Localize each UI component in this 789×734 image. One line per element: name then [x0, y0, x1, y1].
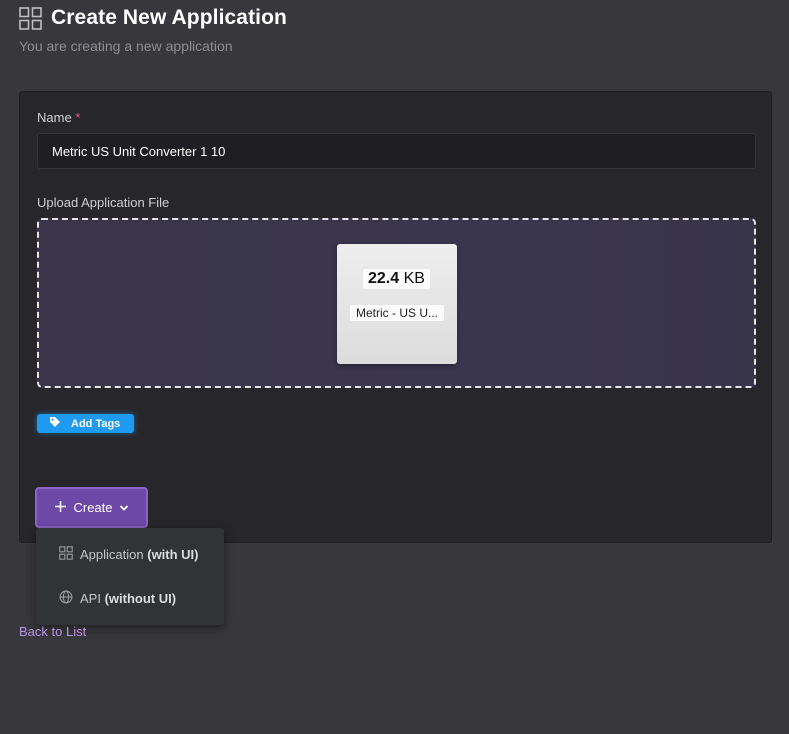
menu-item-application-text: Application (with UI) [80, 547, 199, 562]
add-tags-label: Add Tags [71, 417, 121, 430]
globe-icon [59, 590, 73, 607]
create-button-label: Create [73, 500, 113, 515]
file-dropzone[interactable]: 22.4 KB Metric - US U... [37, 218, 756, 388]
file-size-value: 22.4 [368, 270, 400, 287]
file-name: Metric - US U... [350, 305, 445, 321]
menu-item-api-label: API [80, 590, 101, 606]
page-title: Create New Application [51, 6, 287, 29]
file-size-unit: KB [403, 270, 425, 287]
file-size: 22.4 KB [363, 269, 430, 289]
page-subtitle: You are creating a new application [19, 38, 233, 54]
page-header: Create New Application [19, 6, 287, 30]
add-tags-button[interactable]: Add Tags [37, 414, 135, 433]
menu-item-api-text: API (without UI) [80, 591, 176, 606]
name-label-text: Name [37, 110, 72, 125]
back-to-list-link[interactable]: Back to List [19, 624, 86, 639]
grid-icon [19, 6, 42, 30]
chevron-down-icon [119, 500, 129, 515]
upload-label: Upload Application File [37, 195, 170, 210]
file-preview-card[interactable]: 22.4 KB Metric - US U... [337, 244, 457, 364]
create-dropdown-menu: Application (with UI) API (without UI) [36, 528, 224, 625]
menu-item-api-qualifier: (without UI) [104, 590, 177, 606]
required-marker: * [75, 110, 81, 125]
name-input[interactable] [37, 133, 756, 169]
tag-icon [49, 416, 61, 431]
menu-item-application-label: Application [80, 546, 144, 562]
form-card: Name * Upload Application File 22.4 KB M… [19, 91, 772, 543]
name-label: Name * [37, 110, 80, 125]
menu-item-application-qualifier: (with UI) [147, 546, 199, 562]
grid-icon [59, 545, 73, 563]
create-button[interactable]: Create [35, 487, 148, 528]
menu-item-application[interactable]: Application (with UI) [36, 534, 224, 574]
menu-item-api[interactable]: API (without UI) [36, 578, 224, 618]
page: Create New Application You are creating … [0, 0, 789, 734]
plus-icon [54, 500, 67, 516]
